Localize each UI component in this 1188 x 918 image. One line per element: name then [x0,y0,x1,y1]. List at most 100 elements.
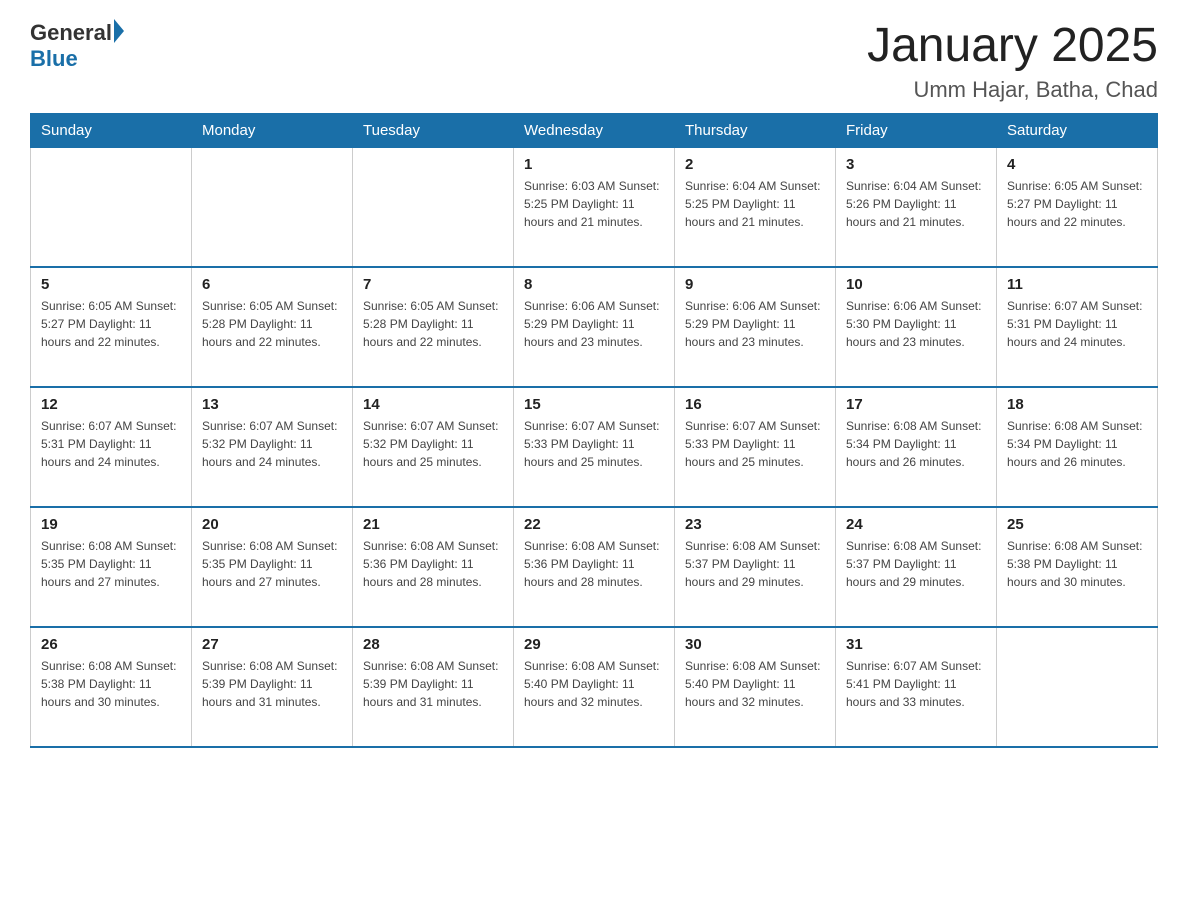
column-header-sunday: Sunday [31,113,192,147]
calendar-cell: 31 Sunrise: 6:07 AM Sunset: 5:41 PM Dayli… [836,627,997,747]
day-info: Sunrise: 6:04 AM Sunset: 5:25 PM Dayligh… [685,177,825,231]
day-info: Sunrise: 6:03 AM Sunset: 5:25 PM Dayligh… [524,177,664,231]
calendar-cell: 22Sunrise: 6:08 AM Sunset: 5:36 PM Dayli… [514,507,675,627]
calendar-week-row: 1 Sunrise: 6:03 AM Sunset: 5:25 PM Daylig… [31,147,1158,267]
calendar-week-row: 19 Sunrise: 6:08 AM Sunset: 5:35 PM Dayli… [31,507,1158,627]
day-info: Sunrise: 6:08 AM Sunset: 5:39 PM Dayligh… [363,657,503,711]
day-info: Sunrise: 6:08 AM Sunset: 5:34 PM Dayligh… [846,417,986,471]
day-number: 28 [363,636,503,653]
day-number: 12 [41,396,181,413]
day-info: Sunrise: 6:07 AM Sunset: 5:33 PM Dayligh… [685,417,825,471]
calendar-cell [192,147,353,267]
day-info: Sunrise: 6:08 AM Sunset: 5:37 PM Dayligh… [846,537,986,591]
day-info: Sunrise: 6:08 AM Sunset: 5:34 PM Dayligh… [1007,417,1147,471]
calendar-cell [31,147,192,267]
day-number: 20 [202,516,342,533]
logo-arrow-icon [114,19,124,43]
calendar-cell: 3 Sunrise: 6:04 AM Sunset: 5:26 PM Daylig… [836,147,997,267]
calendar-cell: 2 Sunrise: 6:04 AM Sunset: 5:25 PM Daylig… [675,147,836,267]
calendar-cell: 15 Sunrise: 6:07 AM Sunset: 5:33 PM Dayli… [514,387,675,507]
calendar-cell: 19 Sunrise: 6:08 AM Sunset: 5:35 PM Dayli… [31,507,192,627]
day-info: Sunrise: 6:08 AM Sunset: 5:36 PM Dayligh… [363,537,503,591]
day-number: 21 [363,516,503,533]
calendar-week-row: 5 Sunrise: 6:05 AM Sunset: 5:27 PM Daylig… [31,267,1158,387]
calendar-cell: 11Sunrise: 6:07 AM Sunset: 5:31 PM Dayli… [997,267,1158,387]
day-number: 18 [1007,396,1147,413]
logo-blue-text: Blue [30,46,78,72]
day-number: 2 [685,156,825,173]
day-number: 11 [1007,276,1147,293]
day-number: 30 [685,636,825,653]
calendar-cell: 12 Sunrise: 6:07 AM Sunset: 5:31 PM Dayli… [31,387,192,507]
day-info: Sunrise: 6:06 AM Sunset: 5:29 PM Dayligh… [524,297,664,351]
calendar-cell: 14Sunrise: 6:07 AM Sunset: 5:32 PM Dayli… [353,387,514,507]
day-number: 29 [524,636,664,653]
day-number: 6 [202,276,342,293]
calendar-cell [997,627,1158,747]
day-number: 23 [685,516,825,533]
calendar-cell: 7 Sunrise: 6:05 AM Sunset: 5:28 PM Daylig… [353,267,514,387]
day-number: 5 [41,276,181,293]
day-number: 14 [363,396,503,413]
day-number: 8 [524,276,664,293]
calendar-week-row: 26 Sunrise: 6:08 AM Sunset: 5:38 PM Dayli… [31,627,1158,747]
calendar-cell: 1 Sunrise: 6:03 AM Sunset: 5:25 PM Daylig… [514,147,675,267]
title-block: January 2025 Umm Hajar, Batha, Chad [867,20,1158,103]
calendar-cell: 8 Sunrise: 6:06 AM Sunset: 5:29 PM Daylig… [514,267,675,387]
day-info: Sunrise: 6:06 AM Sunset: 5:29 PM Dayligh… [685,297,825,351]
calendar-cell: 23Sunrise: 6:08 AM Sunset: 5:37 PM Dayli… [675,507,836,627]
calendar-cell: 6 Sunrise: 6:05 AM Sunset: 5:28 PM Daylig… [192,267,353,387]
day-number: 9 [685,276,825,293]
day-info: Sunrise: 6:07 AM Sunset: 5:33 PM Dayligh… [524,417,664,471]
day-number: 31 [846,636,986,653]
day-number: 1 [524,156,664,173]
day-info: Sunrise: 6:05 AM Sunset: 5:27 PM Dayligh… [1007,177,1147,231]
column-header-friday: Friday [836,113,997,147]
column-header-tuesday: Tuesday [353,113,514,147]
day-number: 26 [41,636,181,653]
day-info: Sunrise: 6:07 AM Sunset: 5:31 PM Dayligh… [41,417,181,471]
day-number: 7 [363,276,503,293]
calendar-cell: 28 Sunrise: 6:08 AM Sunset: 5:39 PM Dayli… [353,627,514,747]
day-info: Sunrise: 6:08 AM Sunset: 5:38 PM Dayligh… [41,657,181,711]
page-header: General Blue January 2025 Umm Hajar, Bat… [30,20,1158,103]
calendar-cell: 25Sunrise: 6:08 AM Sunset: 5:38 PM Dayli… [997,507,1158,627]
calendar-cell: 29 Sunrise: 6:08 AM Sunset: 5:40 PM Dayli… [514,627,675,747]
day-number: 19 [41,516,181,533]
calendar-cell: 30Sunrise: 6:08 AM Sunset: 5:40 PM Dayli… [675,627,836,747]
day-info: Sunrise: 6:08 AM Sunset: 5:35 PM Dayligh… [41,537,181,591]
day-number: 24 [846,516,986,533]
calendar-cell: 10 Sunrise: 6:06 AM Sunset: 5:30 PM Dayli… [836,267,997,387]
day-number: 27 [202,636,342,653]
day-info: Sunrise: 6:06 AM Sunset: 5:30 PM Dayligh… [846,297,986,351]
logo: General Blue [30,20,124,72]
day-number: 10 [846,276,986,293]
calendar-cell: 18 Sunrise: 6:08 AM Sunset: 5:34 PM Dayli… [997,387,1158,507]
day-info: Sunrise: 6:08 AM Sunset: 5:36 PM Dayligh… [524,537,664,591]
day-number: 13 [202,396,342,413]
day-number: 15 [524,396,664,413]
column-header-saturday: Saturday [997,113,1158,147]
day-info: Sunrise: 6:08 AM Sunset: 5:39 PM Dayligh… [202,657,342,711]
calendar-cell: 17Sunrise: 6:08 AM Sunset: 5:34 PM Dayli… [836,387,997,507]
calendar-cell: 24 Sunrise: 6:08 AM Sunset: 5:37 PM Dayli… [836,507,997,627]
day-info: Sunrise: 6:07 AM Sunset: 5:32 PM Dayligh… [202,417,342,471]
day-info: Sunrise: 6:08 AM Sunset: 5:38 PM Dayligh… [1007,537,1147,591]
calendar-cell [353,147,514,267]
month-title: January 2025 [867,20,1158,73]
day-info: Sunrise: 6:05 AM Sunset: 5:27 PM Dayligh… [41,297,181,351]
calendar-header-row: SundayMondayTuesdayWednesdayThursdayFrid… [31,113,1158,147]
calendar-cell: 16Sunrise: 6:07 AM Sunset: 5:33 PM Dayli… [675,387,836,507]
day-info: Sunrise: 6:04 AM Sunset: 5:26 PM Dayligh… [846,177,986,231]
day-info: Sunrise: 6:08 AM Sunset: 5:40 PM Dayligh… [524,657,664,711]
calendar-cell: 26 Sunrise: 6:08 AM Sunset: 5:38 PM Dayli… [31,627,192,747]
calendar-cell: 5 Sunrise: 6:05 AM Sunset: 5:27 PM Daylig… [31,267,192,387]
day-number: 4 [1007,156,1147,173]
day-number: 3 [846,156,986,173]
calendar-cell: 27 Sunrise: 6:08 AM Sunset: 5:39 PM Dayli… [192,627,353,747]
calendar-table: SundayMondayTuesdayWednesdayThursdayFrid… [30,113,1158,749]
day-info: Sunrise: 6:07 AM Sunset: 5:41 PM Dayligh… [846,657,986,711]
day-info: Sunrise: 6:05 AM Sunset: 5:28 PM Dayligh… [363,297,503,351]
day-info: Sunrise: 6:05 AM Sunset: 5:28 PM Dayligh… [202,297,342,351]
calendar-cell: 9 Sunrise: 6:06 AM Sunset: 5:29 PM Daylig… [675,267,836,387]
